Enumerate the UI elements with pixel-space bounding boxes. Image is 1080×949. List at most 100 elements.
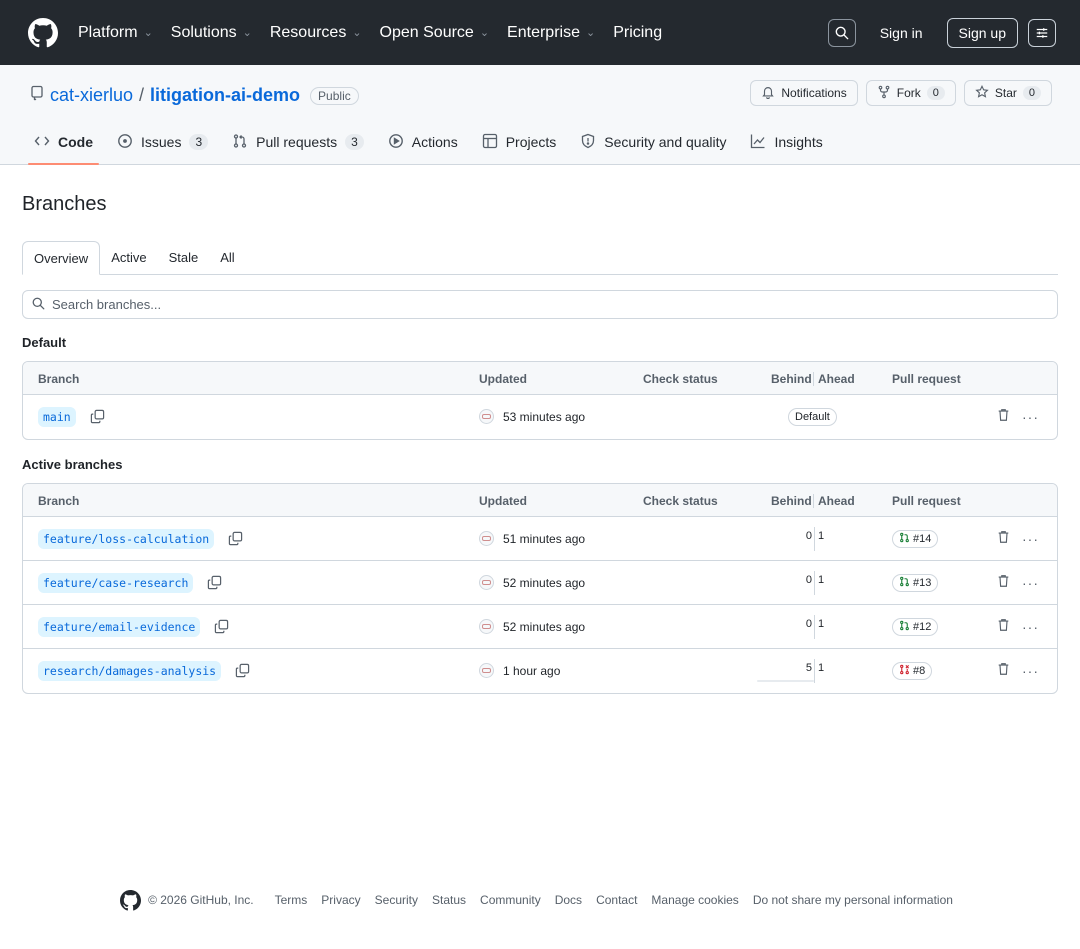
active-section-title: Active branches <box>22 457 123 472</box>
notifications-button[interactable]: Notifications <box>750 80 858 106</box>
footer-link-privacy[interactable]: Privacy <box>321 893 360 907</box>
column-header-ahead: Ahead <box>818 494 855 508</box>
column-header-pull-request: Pull request <box>892 494 961 508</box>
search-branches-input[interactable]: Search branches... <box>22 290 1058 319</box>
tab-label: Code <box>58 134 93 150</box>
avatar[interactable] <box>479 531 494 546</box>
copy-icon[interactable] <box>214 619 230 635</box>
subtab-active[interactable]: Active <box>100 241 157 274</box>
trash-icon[interactable] <box>997 574 1010 591</box>
chevron-down-icon: ⌄ <box>352 27 362 39</box>
avatar[interactable] <box>479 619 494 634</box>
footer-link-manage-cookies[interactable]: Manage cookies <box>651 893 738 907</box>
pull-request-link[interactable]: #14 <box>892 530 939 548</box>
updated-time: 53 minutes ago <box>503 409 586 424</box>
nav-item-resources[interactable]: Resources ⌄ <box>270 24 362 42</box>
nav-item-open-source[interactable]: Open Source ⌄ <box>380 24 490 42</box>
kebab-menu-icon[interactable]: ··· <box>1022 664 1039 678</box>
github-footer-logo-icon[interactable] <box>120 889 142 911</box>
trash-icon[interactable] <box>997 662 1010 679</box>
tab-actions[interactable]: Actions <box>376 120 470 164</box>
branch-name-link[interactable]: research/damages-analysis <box>38 661 222 681</box>
notifications-label: Notifications <box>781 86 847 100</box>
nav-item-platform[interactable]: Platform ⌄ <box>78 24 153 42</box>
graph-icon <box>750 133 766 152</box>
tab-insights[interactable]: Insights <box>738 120 834 164</box>
kebab-menu-icon[interactable]: ··· <box>1022 620 1039 634</box>
copy-icon[interactable] <box>207 575 223 591</box>
repo-owner-link[interactable]: cat-xierluo <box>50 85 133 106</box>
branch-name-link[interactable]: feature/case-research <box>38 573 194 593</box>
repo-name-link[interactable]: litigation-ai-demo <box>150 85 300 106</box>
footer-link-terms[interactable]: Terms <box>275 893 308 907</box>
behind-count: 5 <box>805 662 812 674</box>
fork-button[interactable]: Fork 0 <box>865 80 956 106</box>
branch-filter-tabs: Overview Active Stale All <box>22 241 1058 275</box>
star-label: Star <box>994 86 1017 100</box>
tab-projects[interactable]: Projects <box>470 120 569 164</box>
copy-icon[interactable] <box>90 409 106 425</box>
tab-label: Security and quality <box>604 134 727 150</box>
github-logo-icon[interactable] <box>28 17 58 48</box>
repo-icon <box>30 85 44 106</box>
copy-icon[interactable] <box>228 531 244 547</box>
subtab-overview[interactable]: Overview <box>22 241 101 275</box>
play-icon <box>388 133 404 152</box>
code-icon <box>34 133 50 152</box>
tab-pull-requests[interactable]: Pull requests 3 <box>220 120 376 164</box>
tab-security-and-quality[interactable]: Security and quality <box>568 120 738 164</box>
chevron-down-icon: ⌄ <box>143 27 153 39</box>
table-row: feature/loss-calculation 51 minutes ago 0 1… <box>23 517 1057 561</box>
behind-ahead-divider <box>814 659 815 683</box>
nav-item-solutions[interactable]: Solutions ⌄ <box>171 24 252 42</box>
nav-item-pricing[interactable]: Pricing <box>613 24 662 42</box>
fork-count: 0 <box>926 86 945 100</box>
pull-request-link[interactable]: #12 <box>892 618 939 636</box>
nav-item-enterprise[interactable]: Enterprise ⌄ <box>507 24 595 42</box>
avatar[interactable] <box>479 409 494 424</box>
copy-icon[interactable] <box>235 663 251 679</box>
column-header-check-status: Check status <box>643 372 718 386</box>
kebab-menu-icon[interactable]: ··· <box>1022 410 1039 424</box>
star-button[interactable]: Star 0 <box>963 80 1052 106</box>
avatar[interactable] <box>479 575 494 590</box>
footer-link-docs[interactable]: Docs <box>555 893 582 907</box>
tab-code[interactable]: Code <box>22 120 105 165</box>
pull-request-number: #13 <box>913 577 932 589</box>
avatar[interactable] <box>479 663 494 678</box>
branch-name-link[interactable]: feature/email-evidence <box>38 617 201 637</box>
pull-request-link[interactable]: #13 <box>892 574 939 592</box>
sign-in-link[interactable]: Sign in <box>866 25 937 41</box>
column-header-behind: Behind <box>771 494 812 508</box>
subtab-all[interactable]: All <box>209 241 245 274</box>
trash-icon[interactable] <box>997 408 1010 425</box>
kebab-menu-icon[interactable]: ··· <box>1022 532 1039 546</box>
trash-icon[interactable] <box>997 618 1010 635</box>
footer-link-community[interactable]: Community <box>480 893 541 907</box>
branch-name-link[interactable]: main <box>38 407 76 427</box>
kebab-menu-icon[interactable]: ··· <box>1022 576 1039 590</box>
pull-request-number: #12 <box>913 621 932 633</box>
pull-request-link[interactable]: #8 <box>892 662 933 680</box>
subtab-stale[interactable]: Stale <box>158 241 210 274</box>
table-icon <box>482 133 498 152</box>
column-header-ahead: Ahead <box>818 372 855 386</box>
nav-item-label: Resources <box>269 23 347 41</box>
footer-link-do-not-share-my-personal-information[interactable]: Do not share my personal information <box>753 893 953 907</box>
search-placeholder: Search branches... <box>52 297 162 312</box>
updated-cell: 52 minutes ago <box>479 619 585 634</box>
trash-icon[interactable] <box>997 530 1010 547</box>
branch-name-link[interactable]: feature/loss-calculation <box>38 529 215 549</box>
fork-label: Fork <box>896 86 921 100</box>
avatar-image <box>482 624 491 629</box>
settings-sliders-icon[interactable] <box>1028 18 1056 47</box>
footer-link-contact[interactable]: Contact <box>596 893 637 907</box>
tab-issues[interactable]: Issues 3 <box>105 120 220 164</box>
footer-link-status[interactable]: Status <box>432 893 466 907</box>
updated-time: 52 minutes ago <box>503 619 586 634</box>
page-title: Branches <box>22 193 107 215</box>
issue-icon <box>117 133 133 152</box>
footer-link-security[interactable]: Security <box>375 893 418 907</box>
sign-up-button[interactable]: Sign up <box>946 17 1018 48</box>
search-icon[interactable] <box>827 18 856 47</box>
